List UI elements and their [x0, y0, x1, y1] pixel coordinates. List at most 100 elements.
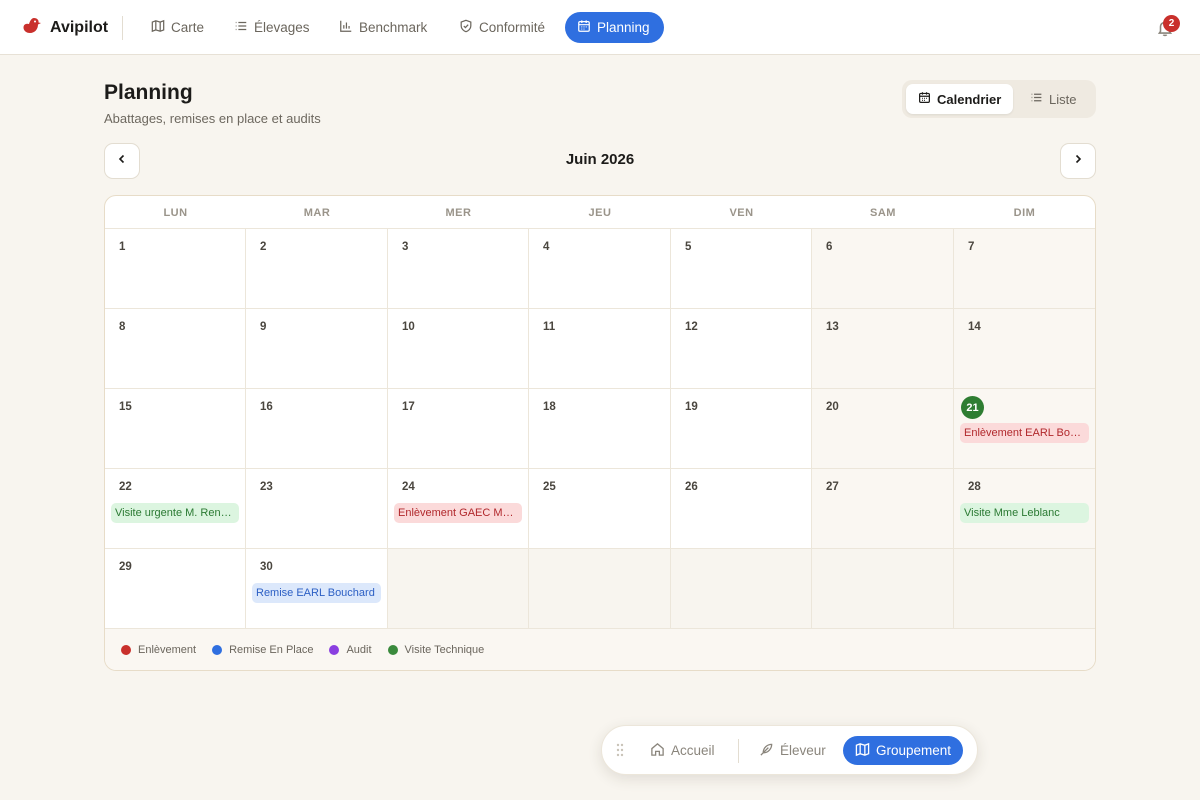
page-title: Planning: [104, 81, 193, 104]
shield-check-icon: [459, 19, 473, 36]
day-cell[interactable]: 22 Visite urgente M. Renaud: [105, 469, 246, 549]
legend-dot: [121, 644, 131, 655]
weekday-header: MER: [445, 206, 472, 219]
calendar-icon: [918, 91, 931, 107]
day-cell[interactable]: 18: [529, 389, 671, 469]
day-cell[interactable]: 12: [671, 309, 812, 389]
weekday-header: JEU: [588, 206, 612, 219]
dock-accueil-label: Accueil: [671, 743, 715, 758]
day-number: 2: [260, 241, 267, 253]
event-visite-technique[interactable]: Visite Mme Leblanc: [960, 503, 1089, 523]
empty-day-cell: [529, 549, 671, 629]
month-label: Juin 2026: [565, 151, 635, 168]
legend-item: Remise En Place: [212, 644, 313, 656]
weekday-header: VEN: [729, 206, 754, 219]
event-enlevement[interactable]: Enlèvement EARL Bouchard: [960, 423, 1089, 443]
day-cell[interactable]: 7: [954, 229, 1095, 309]
empty-day-cell: [388, 549, 529, 629]
legend-dot: [212, 644, 223, 655]
day-cell[interactable]: 16: [246, 389, 388, 469]
day-cell[interactable]: 28 Visite Mme Leblanc: [954, 469, 1095, 549]
nav-item-label: Élevages: [254, 20, 310, 35]
day-number: 28: [968, 481, 981, 493]
chevron-right-icon: [1072, 152, 1084, 170]
event-enlevement[interactable]: Enlèvement GAEC Martin: [394, 503, 522, 523]
day-cell[interactable]: 2: [246, 229, 388, 309]
day-cell[interactable]: 1: [105, 229, 246, 309]
day-cell[interactable]: 6: [812, 229, 954, 309]
calendar-icon: [577, 19, 591, 36]
home-icon: [650, 742, 665, 760]
nav-item-benchmark[interactable]: Benchmark: [339, 12, 427, 43]
dock-eleveur-label: Éleveur: [780, 743, 826, 758]
legend-item: Audit: [329, 644, 372, 656]
day-cell[interactable]: 9: [246, 309, 388, 389]
day-number: 27: [826, 481, 839, 493]
day-cell-today[interactable]: 21 Enlèvement EARL Bouchard: [954, 389, 1095, 469]
day-number: 18: [543, 401, 556, 413]
weekday-header: LUN: [163, 206, 188, 219]
event-remise-en-place[interactable]: Remise EARL Bouchard: [252, 583, 381, 603]
day-cell[interactable]: 3: [388, 229, 529, 309]
day-cell[interactable]: 15: [105, 389, 246, 469]
drag-handle-icon[interactable]: [616, 743, 624, 762]
day-cell[interactable]: 29: [105, 549, 246, 629]
next-month-button[interactable]: [1060, 143, 1096, 179]
day-number: 8: [119, 321, 126, 333]
day-cell[interactable]: 25: [529, 469, 671, 549]
day-cell[interactable]: 8: [105, 309, 246, 389]
day-number: 29: [119, 561, 132, 573]
dock-divider: [738, 739, 739, 763]
calendar-grid: LUN MAR MER JEU VEN SAM DIM 1 2 3 4 5 6 …: [104, 195, 1096, 671]
day-number: 3: [402, 241, 409, 253]
role-switcher-dock: Accueil Éleveur Groupement: [601, 725, 978, 775]
day-number: 20: [826, 401, 839, 413]
day-cell[interactable]: 20: [812, 389, 954, 469]
brand-name: Avipilot: [50, 19, 109, 36]
day-cell[interactable]: 23: [246, 469, 388, 549]
calendar-view-button[interactable]: Calendrier: [906, 84, 1014, 114]
legend-item: Enlèvement: [121, 644, 196, 656]
day-number: 9: [260, 321, 267, 333]
day-number: 13: [826, 321, 839, 333]
day-cell[interactable]: 13: [812, 309, 954, 389]
day-cell[interactable]: 4: [529, 229, 671, 309]
nav-item-elevages[interactable]: Élevages: [234, 12, 310, 43]
day-cell[interactable]: 10: [388, 309, 529, 389]
day-number: 24: [402, 481, 415, 493]
day-number: 7: [968, 241, 975, 253]
day-number: 15: [119, 401, 132, 413]
day-cell[interactable]: 30 Remise EARL Bouchard: [246, 549, 388, 629]
day-cell[interactable]: 5: [671, 229, 812, 309]
day-cell[interactable]: 11: [529, 309, 671, 389]
nav-item-label: Planning: [597, 20, 650, 35]
day-cell[interactable]: 17: [388, 389, 529, 469]
dock-accueil-button[interactable]: Accueil: [650, 736, 715, 765]
nav-item-conformite[interactable]: Conformité: [459, 12, 545, 43]
event-visite-technique[interactable]: Visite urgente M. Renaud: [111, 503, 239, 523]
today-marker: 21: [961, 396, 984, 419]
feather-icon: [759, 742, 774, 760]
dock-groupement-button[interactable]: Groupement: [843, 736, 964, 765]
day-cell[interactable]: 14: [954, 309, 1095, 389]
day-cell[interactable]: 24 Enlèvement GAEC Martin: [388, 469, 529, 549]
day-number: 16: [260, 401, 273, 413]
day-number: 4: [543, 241, 550, 253]
day-number: 10: [402, 321, 415, 333]
legend-dot: [387, 644, 398, 655]
day-cell[interactable]: 19: [671, 389, 812, 469]
day-cell[interactable]: 26: [671, 469, 812, 549]
nav-item-label: Carte: [171, 20, 205, 35]
dock-groupement-label: Groupement: [876, 743, 952, 758]
nav-item-planning[interactable]: Planning: [565, 12, 664, 43]
brand[interactable]: Avipilot: [22, 16, 108, 40]
nav-item-carte[interactable]: Carte: [151, 12, 204, 43]
legend-label: Remise En Place: [229, 643, 314, 656]
list-view-label: Liste: [1049, 91, 1077, 107]
day-cell[interactable]: 27: [812, 469, 954, 549]
day-number: 25: [543, 481, 556, 493]
legend-label: Enlèvement: [138, 643, 197, 656]
dock-eleveur-button[interactable]: Éleveur: [759, 736, 826, 765]
list-view-button[interactable]: Liste: [1018, 84, 1088, 114]
day-number: 12: [685, 321, 698, 333]
